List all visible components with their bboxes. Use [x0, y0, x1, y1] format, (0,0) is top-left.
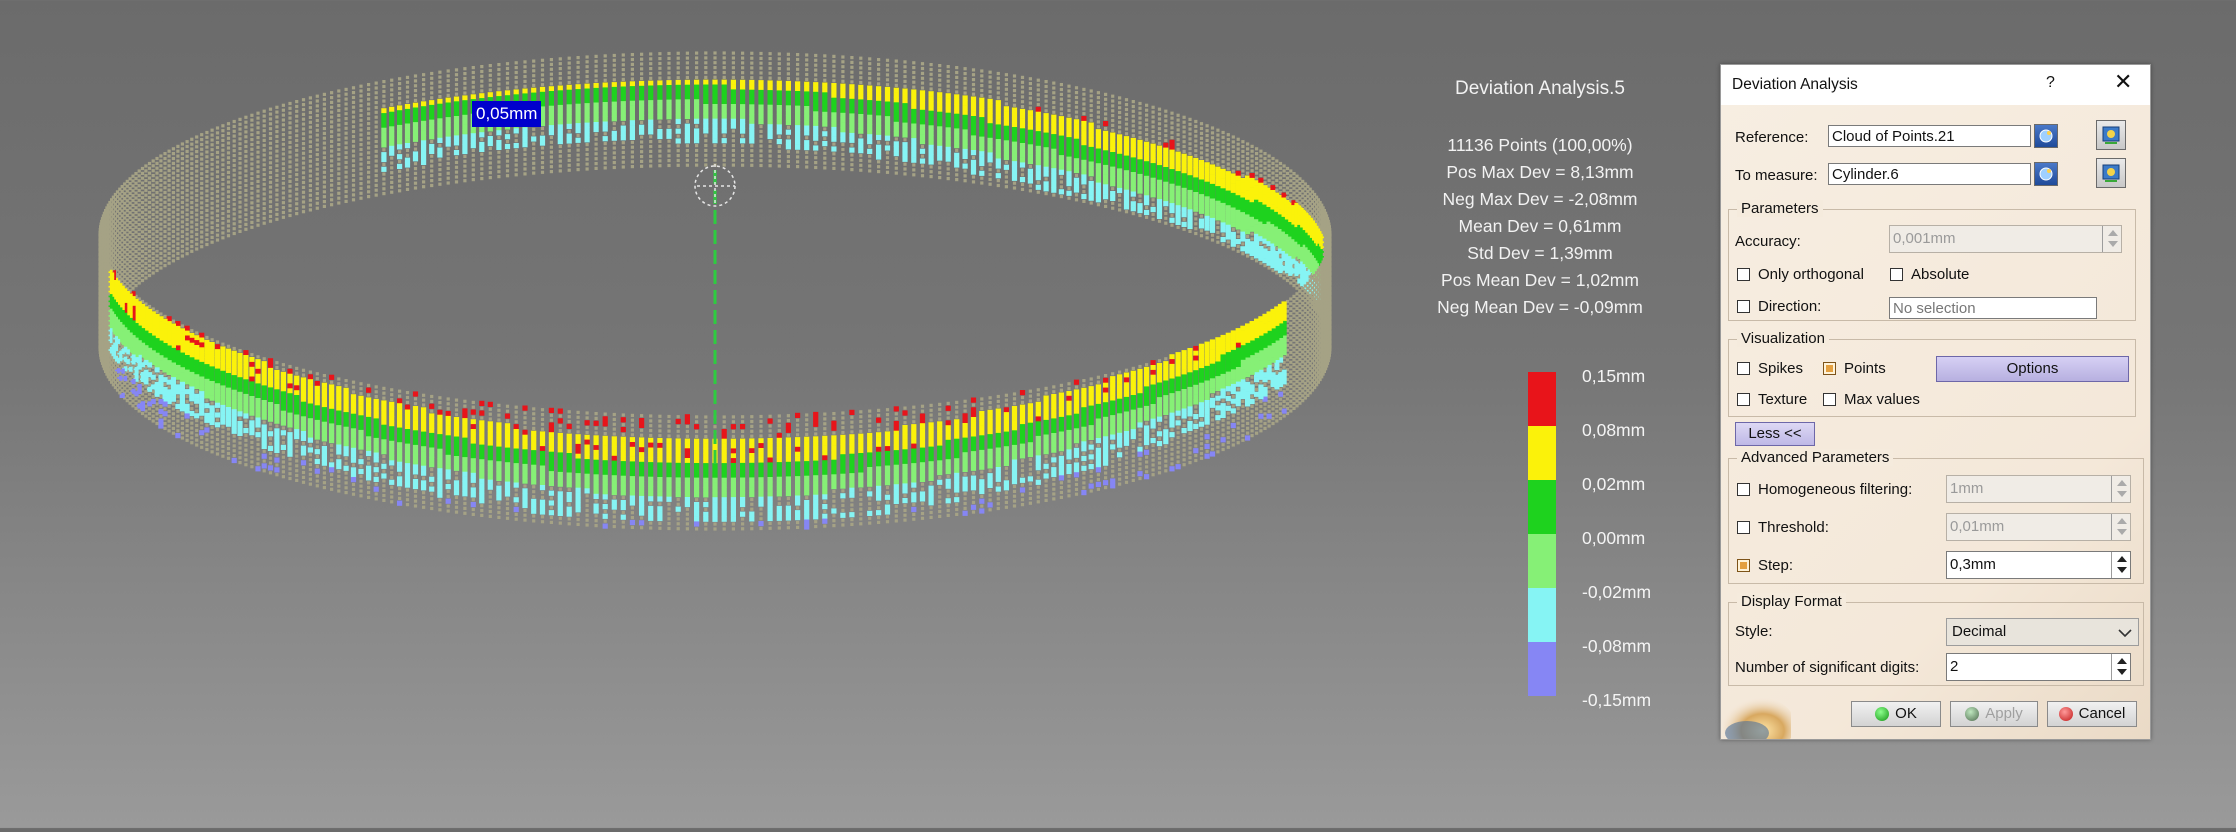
digits-field[interactable]: 2 [1946, 653, 2131, 681]
step-label: Step: [1758, 557, 1793, 574]
cancel-label: Cancel [2079, 705, 2126, 722]
legend-swatch-red [1528, 372, 1556, 426]
ok-label: OK [1895, 705, 1917, 722]
ok-button[interactable]: OK [1851, 701, 1941, 727]
legend-label: 0,02mm [1582, 474, 1645, 495]
deviation-statistics: 11136 Points (100,00%) Pos Max Dev = 8,1… [1400, 132, 1680, 321]
homogeneous-filtering-checkbox[interactable] [1737, 483, 1750, 496]
texture-checkbox[interactable] [1737, 393, 1750, 406]
legend-label: 0,15mm [1582, 366, 1645, 387]
swap-icon[interactable] [2096, 120, 2126, 150]
legend-label: -0,15mm [1582, 690, 1651, 711]
step-spinner[interactable] [2111, 552, 2131, 578]
help-button[interactable]: ? [2046, 74, 2055, 92]
display-format-group-title: Display Format [1737, 593, 1846, 610]
dialog-titlebar[interactable]: Deviation Analysis ? ✕ [1721, 65, 2150, 105]
only-orthogonal-checkbox[interactable] [1737, 268, 1750, 281]
visualization-group-title: Visualization [1737, 330, 1829, 347]
legend-label: 0,08mm [1582, 420, 1645, 441]
direction-field[interactable]: No selection [1889, 297, 2097, 319]
axis-triad [695, 164, 735, 465]
parameters-group-title: Parameters [1737, 200, 1823, 217]
max-values-checkbox[interactable] [1823, 393, 1836, 406]
swap-icon[interactable] [2096, 158, 2126, 188]
points-label: Points [1844, 360, 1886, 377]
threshold-checkbox[interactable] [1737, 521, 1750, 534]
legend-swatch-cyan [1528, 588, 1556, 642]
legend-label: -0,08mm [1582, 636, 1651, 657]
spikes-checkbox[interactable] [1737, 362, 1750, 375]
spikes-label: Spikes [1758, 360, 1803, 377]
texture-label: Texture [1758, 391, 1807, 408]
decorative-corner-icon [1721, 677, 1791, 739]
homogeneous-filtering-field[interactable]: 1mm [1946, 475, 2131, 503]
accuracy-label: Accuracy: [1735, 233, 1801, 250]
close-button[interactable]: ✕ [2114, 71, 2132, 93]
cancel-button[interactable]: Cancel [2047, 701, 2137, 727]
style-select[interactable]: Decimal [1946, 618, 2139, 646]
to-measure-field[interactable]: Cylinder.6 [1828, 163, 2031, 185]
digits-label: Number of significant digits: [1735, 659, 1919, 676]
chevron-down-icon [2118, 628, 2132, 638]
options-button[interactable]: Options [1936, 356, 2129, 382]
threshold-field[interactable]: 0,01mm [1946, 513, 2131, 541]
step-field[interactable]: 0,3mm [1946, 551, 2131, 579]
stat-std-dev: Std Dev = 1,39mm [1400, 240, 1680, 267]
stat-pos-mean-dev: Pos Mean Dev = 1,02mm [1400, 267, 1680, 294]
stat-pos-max-dev: Pos Max Dev = 8,13mm [1400, 159, 1680, 186]
direction-label: Direction: [1758, 298, 1821, 315]
accuracy-spinner[interactable] [2102, 226, 2122, 252]
stat-neg-mean-dev: Neg Mean Dev = -0,09mm [1400, 294, 1680, 321]
accuracy-field[interactable]: 0,001mm [1889, 225, 2122, 253]
legend-swatch-green [1528, 480, 1556, 534]
legend-label: 0,00mm [1582, 528, 1645, 549]
to-measure-label: To measure: [1735, 167, 1818, 184]
direction-checkbox[interactable] [1737, 300, 1750, 313]
style-label: Style: [1735, 623, 1773, 640]
surface-select-icon[interactable] [2034, 162, 2058, 186]
deviation-callout[interactable]: 0,05mm [472, 101, 541, 127]
points-checkbox[interactable] [1823, 362, 1836, 375]
cloud-select-icon[interactable] [2034, 124, 2058, 148]
legend-swatch-yellow [1528, 426, 1556, 480]
legend-swatch-light-green [1528, 534, 1556, 588]
only-orthogonal-label: Only orthogonal [1758, 266, 1864, 283]
cancel-icon [2059, 707, 2073, 721]
digits-spinner[interactable] [2111, 654, 2131, 680]
threshold-label: Threshold: [1758, 519, 1829, 536]
apply-label: Apply [1985, 705, 2023, 722]
homogeneous-filtering-spinner[interactable] [2111, 476, 2131, 502]
ok-icon [1875, 707, 1889, 721]
reference-field[interactable]: Cloud of Points.21 [1828, 125, 2031, 147]
homogeneous-filtering-label: Homogeneous filtering: [1758, 481, 1912, 498]
stat-mean-dev: Mean Dev = 0,61mm [1400, 213, 1680, 240]
reference-label: Reference: [1735, 129, 1808, 146]
absolute-label: Absolute [1911, 266, 1969, 283]
stat-points: 11136 Points (100,00%) [1400, 132, 1680, 159]
apply-icon [1965, 707, 1979, 721]
threshold-spinner[interactable] [2111, 514, 2131, 540]
legend-label: -0,02mm [1582, 582, 1651, 603]
style-select-value: Decimal [1952, 623, 2006, 640]
max-values-label: Max values [1844, 391, 1920, 408]
stat-neg-max-dev: Neg Max Dev = -2,08mm [1400, 186, 1680, 213]
less-button[interactable]: Less << [1735, 422, 1815, 446]
deviation-analysis-dialog: Deviation Analysis ? ✕ Reference: Cloud … [1720, 64, 2151, 740]
absolute-checkbox[interactable] [1890, 268, 1903, 281]
step-checkbox[interactable] [1737, 559, 1750, 572]
advanced-parameters-group-title: Advanced Parameters [1737, 449, 1893, 466]
dialog-title: Deviation Analysis [1732, 76, 1858, 94]
legend-swatch-blue [1528, 642, 1556, 696]
analysis-title: Deviation Analysis.5 [1440, 78, 1640, 100]
apply-button[interactable]: Apply [1950, 701, 2038, 727]
